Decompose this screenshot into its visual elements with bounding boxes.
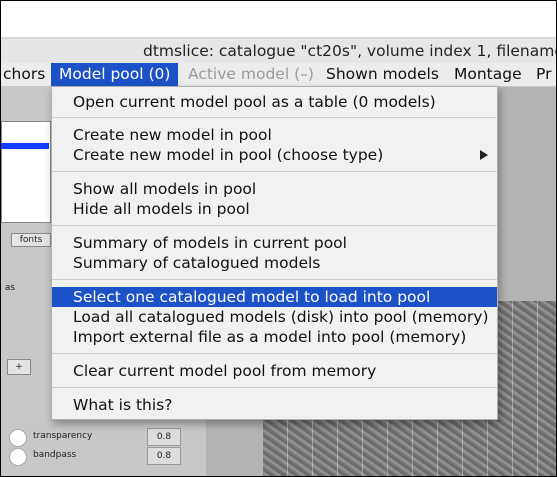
bandpass-toggle[interactable] bbox=[9, 448, 27, 466]
menu-item-load-all-catalogued[interactable]: Load all catalogued models (disk) into p… bbox=[52, 307, 497, 327]
menu-active-model[interactable]: Active model (–) bbox=[180, 63, 322, 86]
menu-item-what-is-this[interactable]: What is this? bbox=[52, 395, 497, 415]
plus-button[interactable]: + bbox=[7, 359, 31, 375]
menu-model-pool[interactable]: Model pool (0) bbox=[51, 63, 178, 86]
menu-item-create-model-choose-type-label: Create new model in pool (choose type) bbox=[73, 146, 384, 164]
app-window: dtmslice: catalogue "ct20s", volume inde… bbox=[0, 0, 557, 477]
transparency-row: transparency 0.8 bbox=[9, 428, 199, 447]
menu-montage[interactable]: Montage bbox=[446, 63, 530, 86]
menu-item-hide-all-models[interactable]: Hide all models in pool bbox=[52, 199, 497, 219]
window-top-strip bbox=[1, 1, 556, 37]
bandpass-value[interactable]: 0.8 bbox=[147, 447, 181, 465]
menu-item-select-catalogued-model[interactable]: Select one catalogued model to load into… bbox=[52, 287, 497, 307]
menu-separator bbox=[52, 117, 497, 118]
menu-item-open-pool-table[interactable]: Open current model pool as a table (0 mo… bbox=[52, 92, 497, 112]
menu-anchors[interactable]: chors bbox=[1, 63, 53, 86]
menu-item-show-all-models[interactable]: Show all models in pool bbox=[52, 179, 497, 199]
menu-item-summary-current-pool[interactable]: Summary of models in current pool bbox=[52, 233, 497, 253]
fonts-button[interactable]: fonts bbox=[11, 233, 51, 247]
bandpass-label: bandpass bbox=[33, 450, 77, 460]
transparency-value[interactable]: 0.8 bbox=[147, 428, 181, 446]
menu-shown-models[interactable]: Shown models bbox=[318, 63, 447, 86]
menu-separator bbox=[52, 279, 497, 280]
submenu-arrow-icon bbox=[480, 150, 488, 160]
menu-separator bbox=[52, 171, 497, 172]
model-list-panel bbox=[1, 121, 51, 223]
menu-separator bbox=[52, 353, 497, 354]
menu-item-import-external-file[interactable]: Import external file as a model into poo… bbox=[52, 327, 497, 347]
transparency-label: transparency bbox=[33, 431, 93, 441]
menu-bar: chors Model pool (0) Active model (–) Sh… bbox=[1, 63, 556, 87]
menu-item-create-model-choose-type[interactable]: Create new model in pool (choose type) bbox=[52, 145, 497, 165]
bandpass-row: bandpass 0.8 bbox=[9, 447, 199, 466]
window-title: dtmslice: catalogue "ct20s", volume inde… bbox=[143, 42, 556, 60]
menu-item-summary-catalogued[interactable]: Summary of catalogued models bbox=[52, 253, 497, 273]
menu-item-clear-pool[interactable]: Clear current model pool from memory bbox=[52, 361, 497, 381]
model-pool-dropdown: Open current model pool as a table (0 mo… bbox=[51, 86, 498, 420]
model-list-selection bbox=[1, 143, 49, 149]
transparency-toggle[interactable] bbox=[9, 429, 27, 447]
menu-separator bbox=[52, 387, 497, 388]
menu-item-create-model[interactable]: Create new model in pool bbox=[52, 125, 497, 145]
menu-more[interactable]: Pr bbox=[528, 63, 556, 86]
menu-separator bbox=[52, 225, 497, 226]
as-label: as bbox=[4, 283, 16, 293]
title-bar: dtmslice: catalogue "ct20s", volume inde… bbox=[1, 39, 556, 63]
